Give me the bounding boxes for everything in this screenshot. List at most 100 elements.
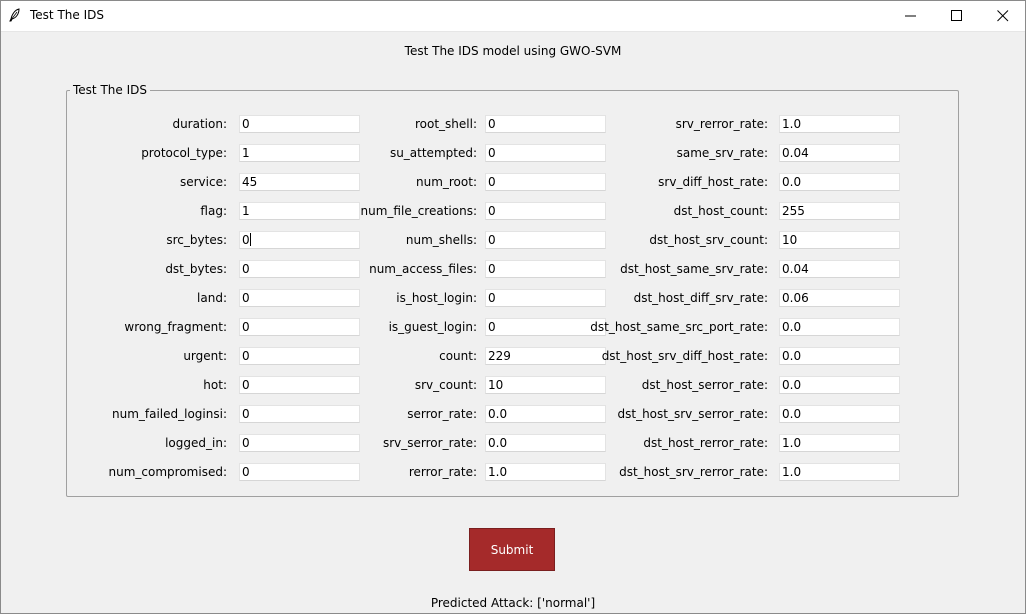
field-value: 0 bbox=[242, 378, 250, 392]
field-input[interactable]: 0 bbox=[485, 289, 606, 307]
field-label: dst_host_srv_diff_host_rate: bbox=[601, 349, 768, 363]
field-input[interactable]: 0.0 bbox=[779, 376, 900, 394]
field-input[interactable]: 0 bbox=[239, 376, 360, 394]
field-input[interactable]: 0.04 bbox=[779, 144, 900, 162]
field-input[interactable]: 0.04 bbox=[779, 260, 900, 278]
field-input[interactable]: 1.0 bbox=[779, 115, 900, 133]
field-value: 0.04 bbox=[782, 262, 809, 276]
feather-icon bbox=[9, 8, 20, 22]
field-value: 10 bbox=[782, 233, 798, 247]
field-label: urgent: bbox=[183, 349, 227, 363]
field-label: flag: bbox=[200, 204, 227, 218]
field-input[interactable]: 0.0 bbox=[779, 347, 900, 365]
field-input[interactable]: 10 bbox=[485, 376, 606, 394]
field-label: logged_in: bbox=[165, 436, 227, 450]
field-value: 0 bbox=[488, 291, 496, 305]
field-value: 0.0 bbox=[782, 175, 802, 189]
field-label: dst_host_diff_srv_rate: bbox=[633, 291, 768, 305]
field-label: root_shell: bbox=[414, 117, 477, 131]
field-label: src_bytes: bbox=[166, 233, 227, 247]
field-label: is_guest_login: bbox=[388, 320, 477, 334]
field-input[interactable]: 0.0 bbox=[779, 173, 900, 191]
field-input[interactable]: 45 bbox=[239, 173, 360, 191]
field-label: num_access_files: bbox=[369, 262, 477, 276]
field-value: 1.0 bbox=[488, 465, 508, 479]
field-input[interactable]: 1.0 bbox=[779, 434, 900, 452]
field-input[interactable]: 0.0 bbox=[485, 405, 606, 423]
field-input[interactable]: 0 bbox=[485, 260, 606, 278]
field-label: srv_rerror_rate: bbox=[675, 117, 768, 131]
field-value: 0 bbox=[242, 436, 250, 450]
submit-button[interactable]: Submit bbox=[469, 528, 555, 571]
field-label: dst_host_count: bbox=[673, 204, 768, 218]
field-input[interactable]: 1 bbox=[239, 202, 360, 220]
field-input[interactable]: 0 bbox=[239, 231, 360, 249]
field-value: 0 bbox=[242, 465, 250, 479]
field-input[interactable]: 1.0 bbox=[485, 463, 606, 481]
field-input[interactable]: 255 bbox=[779, 202, 900, 220]
group-legend: Test The IDS bbox=[70, 83, 150, 97]
field-value: 0 bbox=[242, 233, 250, 247]
field-label: protocol_type: bbox=[141, 146, 227, 160]
field-value: 0 bbox=[242, 349, 250, 363]
field-input[interactable]: 0 bbox=[239, 289, 360, 307]
field-value: 0 bbox=[488, 320, 496, 334]
field-label: serror_rate: bbox=[407, 407, 477, 421]
close-button[interactable] bbox=[980, 0, 1026, 31]
field-value: 0 bbox=[488, 233, 496, 247]
field-label: num_root: bbox=[415, 175, 477, 189]
field-label: dst_host_same_srv_rate: bbox=[620, 262, 768, 276]
field-value: 0 bbox=[488, 146, 496, 160]
field-label: srv_count: bbox=[414, 378, 477, 392]
field-label: dst_host_same_src_port_rate: bbox=[590, 320, 768, 334]
field-input[interactable]: 0.0 bbox=[779, 405, 900, 423]
field-input[interactable]: 10 bbox=[779, 231, 900, 249]
field-value: 0.0 bbox=[782, 349, 802, 363]
field-label: su_attempted: bbox=[389, 146, 477, 160]
field-input[interactable]: 0 bbox=[485, 202, 606, 220]
field-input[interactable]: 0 bbox=[239, 405, 360, 423]
field-label: dst_host_rerror_rate: bbox=[643, 436, 768, 450]
maximize-button[interactable] bbox=[934, 0, 980, 31]
field-label: num_shells: bbox=[405, 233, 477, 247]
minimize-icon bbox=[905, 15, 916, 17]
field-value: 229 bbox=[488, 349, 511, 363]
field-input[interactable]: 0 bbox=[239, 318, 360, 336]
minimize-button[interactable] bbox=[888, 0, 934, 31]
maximize-icon bbox=[951, 10, 962, 21]
field-label: count: bbox=[439, 349, 477, 363]
field-input[interactable]: 1 bbox=[239, 144, 360, 162]
page-heading: Test The IDS model using GWO-SVM bbox=[404, 44, 622, 58]
window-title: Test The IDS bbox=[30, 8, 104, 22]
field-input[interactable]: 0.0 bbox=[485, 434, 606, 452]
field-label: is_host_login: bbox=[396, 291, 477, 305]
field-value: 0 bbox=[488, 204, 496, 218]
field-input[interactable]: 1.0 bbox=[779, 463, 900, 481]
field-input[interactable]: 0 bbox=[485, 318, 606, 336]
field-input[interactable]: 0 bbox=[485, 144, 606, 162]
field-label: dst_host_srv_count: bbox=[649, 233, 768, 247]
field-value: 0 bbox=[488, 262, 496, 276]
field-label: hot: bbox=[203, 378, 227, 392]
field-value: 0.06 bbox=[782, 291, 809, 305]
field-input[interactable]: 229 bbox=[485, 347, 606, 365]
field-label: srv_diff_host_rate: bbox=[658, 175, 768, 189]
field-input[interactable]: 0.0 bbox=[779, 318, 900, 336]
field-input[interactable]: 0 bbox=[239, 347, 360, 365]
field-input[interactable]: 0 bbox=[239, 260, 360, 278]
field-value: 1.0 bbox=[782, 436, 802, 450]
field-label: land: bbox=[197, 291, 227, 305]
field-input[interactable]: 0 bbox=[239, 115, 360, 133]
text-caret bbox=[249, 233, 251, 246]
field-input[interactable]: 0 bbox=[485, 173, 606, 191]
field-input[interactable]: 0 bbox=[239, 463, 360, 481]
field-label: dst_host_serror_rate: bbox=[641, 378, 768, 392]
field-input[interactable]: 0 bbox=[485, 115, 606, 133]
field-input[interactable]: 0 bbox=[239, 434, 360, 452]
field-label: wrong_fragment: bbox=[124, 320, 227, 334]
field-value: 10 bbox=[488, 378, 504, 392]
field-label: duration: bbox=[172, 117, 227, 131]
field-input[interactable]: 0 bbox=[485, 231, 606, 249]
title-bar: Test The IDS bbox=[0, 0, 1026, 32]
field-input[interactable]: 0.06 bbox=[779, 289, 900, 307]
